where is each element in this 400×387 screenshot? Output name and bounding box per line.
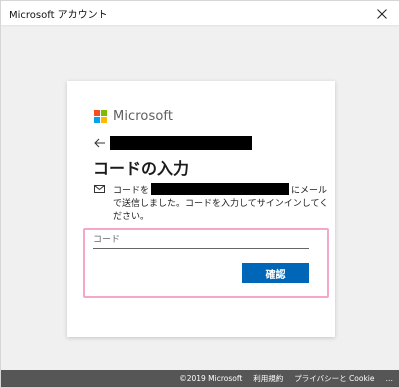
mail-icon bbox=[94, 185, 105, 193]
window-title: Microsoft アカウント bbox=[9, 10, 108, 21]
description-text: コードを にメールで送信しました。コードを入力してサインインしてください。 bbox=[113, 183, 333, 224]
close-button[interactable] bbox=[365, 1, 399, 26]
confirm-button[interactable]: 確認 bbox=[242, 263, 309, 283]
footer: ©2019 Microsoft 利用規約 プライバシーと Cookie … bbox=[1, 370, 399, 387]
footer-more-button[interactable]: … bbox=[386, 374, 394, 383]
footer-terms-link[interactable]: 利用規約 bbox=[253, 373, 283, 384]
title-bar: Microsoft アカウント bbox=[1, 1, 399, 26]
identity-row bbox=[94, 136, 252, 150]
brand-name: Microsoft bbox=[113, 109, 174, 124]
signin-card: Microsoft コードの入力 コードを にメールで送信しました。コードを入力し… bbox=[67, 81, 335, 337]
microsoft-logo: Microsoft bbox=[94, 109, 173, 124]
close-icon bbox=[377, 8, 387, 19]
redacted-email-inline bbox=[151, 183, 290, 195]
app-window: Microsoft アカウント Microsoft コードの入力 コードを にメ… bbox=[0, 0, 400, 387]
footer-privacy-link[interactable]: プライバシーと Cookie bbox=[294, 373, 374, 384]
description-before: コードを bbox=[113, 186, 150, 196]
code-input[interactable] bbox=[93, 231, 309, 249]
page-title: コードの入力 bbox=[93, 159, 190, 178]
footer-copyright: ©2019 Microsoft bbox=[179, 374, 243, 383]
microsoft-logo-icon bbox=[94, 110, 107, 123]
redacted-email bbox=[110, 136, 252, 150]
back-arrow-icon[interactable] bbox=[94, 138, 106, 148]
content-area: Microsoft コードの入力 コードを にメールで送信しました。コードを入力し… bbox=[1, 27, 399, 370]
